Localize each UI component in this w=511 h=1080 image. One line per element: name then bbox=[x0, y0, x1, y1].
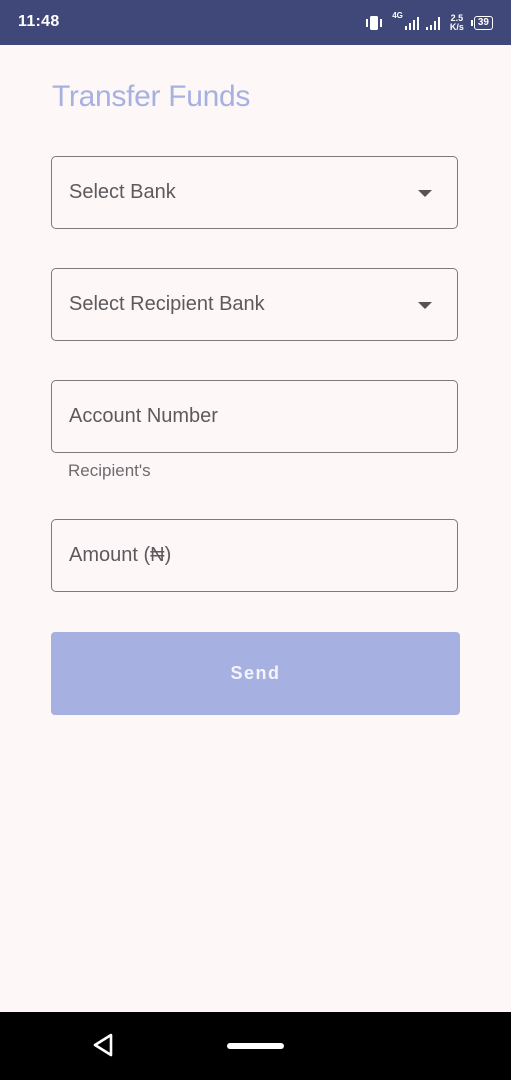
status-time: 11:48 bbox=[18, 13, 60, 30]
network-speed: 2.5 K/s bbox=[450, 14, 464, 32]
select-recipient-bank-label: Select Recipient Bank bbox=[69, 293, 265, 315]
select-bank-label: Select Bank bbox=[69, 181, 176, 203]
signal-icon-secondary bbox=[425, 17, 440, 30]
page-title: Transfer Funds bbox=[52, 80, 251, 113]
back-icon[interactable] bbox=[91, 1032, 115, 1058]
signal-icon bbox=[404, 17, 419, 30]
dropdown-arrow-icon bbox=[418, 302, 432, 309]
network-type-label: 4G bbox=[392, 10, 403, 20]
home-pill[interactable] bbox=[227, 1043, 284, 1049]
amount-placeholder: Amount (₦) bbox=[69, 544, 172, 566]
battery-level: 39 bbox=[473, 16, 493, 30]
select-recipient-bank-dropdown[interactable]: Select Recipient Bank bbox=[51, 268, 458, 341]
vibrate-icon bbox=[366, 16, 383, 30]
account-number-placeholder: Account Number bbox=[69, 405, 218, 427]
send-button[interactable]: Send bbox=[51, 632, 460, 715]
amount-field[interactable]: Amount (₦) bbox=[51, 519, 458, 592]
status-bar: 11:48 4G 2.5 K/s 39 bbox=[0, 0, 511, 45]
dropdown-arrow-icon bbox=[418, 190, 432, 197]
select-bank-dropdown[interactable]: Select Bank bbox=[51, 156, 458, 229]
battery-cap bbox=[470, 20, 473, 26]
account-number-helper: Recipient's bbox=[68, 461, 151, 480]
navigation-bar bbox=[0, 1012, 511, 1080]
speed-unit: K/s bbox=[449, 22, 464, 32]
account-number-field[interactable]: Account Number bbox=[51, 380, 458, 453]
status-icons: 4G 2.5 K/s 39 bbox=[365, 10, 493, 36]
battery-icon: 39 bbox=[470, 16, 493, 30]
